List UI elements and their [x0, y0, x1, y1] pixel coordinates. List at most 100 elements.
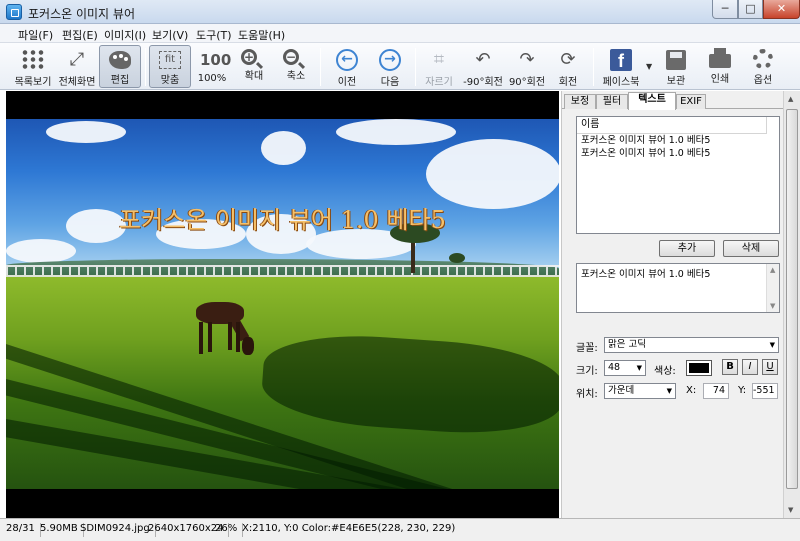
- delete-button[interactable]: 삭제: [723, 240, 779, 257]
- y-label: Y:: [738, 385, 747, 396]
- font-select[interactable]: 맑은 고딕 ▼: [604, 337, 779, 353]
- panel-tabs: 보정 필터 텍스트 EXIF: [562, 92, 784, 110]
- side-panel: 보정 필터 텍스트 EXIF 이름 포커스온 이미지 뷰어 1.0 베타5 포커…: [561, 91, 784, 518]
- menu-help[interactable]: 도움말(H): [238, 27, 285, 43]
- fit-button[interactable]: fit 맞춤: [149, 45, 191, 88]
- y-input[interactable]: -551: [752, 383, 778, 399]
- facebook-button[interactable]: f 페이스북: [598, 45, 644, 88]
- add-button[interactable]: 추가: [659, 240, 715, 257]
- list-item[interactable]: 포커스온 이미지 뷰어 1.0 베타5: [577, 147, 779, 160]
- image-viewer[interactable]: 포커스온 이미지 뷰어 1.0 베타5: [6, 91, 559, 518]
- panel-scrollbar[interactable]: ▲ ▼: [783, 91, 800, 518]
- facebook-icon: f: [610, 49, 632, 71]
- list-view-label: 목록보기: [14, 77, 52, 88]
- list-header-name[interactable]: 이름: [577, 117, 767, 134]
- options-button[interactable]: 옵션: [743, 45, 783, 88]
- crop-icon: ⌗: [433, 49, 445, 70]
- rotate-right-icon: ↷: [519, 49, 535, 70]
- scroll-down-icon[interactable]: ▼: [770, 302, 775, 310]
- zoom-100-label: 100%: [197, 73, 227, 84]
- fullscreen-button[interactable]: ⤢ 전체화면: [56, 45, 98, 88]
- x-label: X:: [686, 385, 697, 396]
- status-zoom: 26%: [215, 523, 244, 537]
- zoom-100-button[interactable]: 100 100%: [192, 45, 232, 88]
- photo-horse: [236, 322, 240, 352]
- palette-icon: [109, 51, 131, 69]
- underline-button[interactable]: U: [762, 359, 778, 375]
- color-picker[interactable]: [686, 360, 712, 376]
- minimize-button[interactable]: ─: [712, 0, 738, 19]
- menu-view[interactable]: 보기(V): [152, 27, 188, 43]
- facebook-dropdown-icon[interactable]: ▼: [646, 62, 652, 71]
- menu-edit[interactable]: 편집(E): [62, 27, 98, 43]
- bold-button[interactable]: B: [722, 359, 738, 375]
- photo-horse: [242, 337, 254, 355]
- photo-horse: [208, 322, 212, 352]
- edit-label: 편집: [110, 75, 130, 86]
- zoom-in-icon: +: [241, 49, 257, 65]
- fullscreen-label: 전체화면: [58, 77, 96, 88]
- scroll-up-icon[interactable]: ▲: [788, 95, 793, 103]
- size-select[interactable]: 48 ▼: [604, 360, 646, 376]
- font-select-value: 맑은 고딕: [608, 339, 646, 350]
- rotate-label: 회전: [558, 77, 578, 88]
- zoom-out-label: 축소: [286, 71, 306, 82]
- color-label: 색상:: [654, 366, 676, 377]
- photo-fence: [6, 265, 559, 277]
- options-label: 옵션: [753, 75, 773, 86]
- fit-label: 맞춤: [160, 75, 180, 86]
- gear-icon: [753, 49, 773, 69]
- rotate-button[interactable]: ⟳ 회전: [549, 45, 587, 88]
- rotate-left-icon: ↶: [475, 49, 491, 70]
- close-button[interactable]: ✕: [763, 0, 800, 19]
- tab-exif[interactable]: EXIF: [676, 94, 706, 109]
- prev-label: 이전: [337, 77, 357, 88]
- zoom-out-icon: −: [283, 49, 299, 65]
- menu-file[interactable]: 파일(F): [18, 27, 53, 43]
- edit-button[interactable]: 편집: [99, 45, 141, 88]
- chevron-down-icon: ▼: [769, 341, 775, 349]
- tab-filter[interactable]: 필터: [596, 94, 628, 109]
- print-button[interactable]: 인쇄: [700, 45, 740, 88]
- image-text-overlay[interactable]: 포커스온 이미지 뷰어 1.0 베타5: [119, 200, 446, 235]
- zoom-in-button[interactable]: + 확대: [234, 45, 274, 88]
- x-input[interactable]: 74: [703, 383, 729, 399]
- list-item[interactable]: 포커스온 이미지 뷰어 1.0 베타5: [577, 134, 779, 147]
- zoom-in-label: 확대: [244, 71, 264, 82]
- grid-icon: [21, 49, 45, 71]
- toolbar-separator: [320, 48, 321, 86]
- crop-button[interactable]: ⌗ 자르기: [419, 45, 459, 88]
- text-list[interactable]: 이름 포커스온 이미지 뷰어 1.0 베타5 포커스온 이미지 뷰어 1.0 베…: [576, 116, 780, 234]
- tab-text[interactable]: 텍스트: [628, 92, 676, 110]
- scroll-up-icon[interactable]: ▲: [770, 266, 775, 274]
- status-filename: SDIM0924.jpg: [80, 523, 156, 537]
- photo-cloud: [6, 239, 76, 263]
- color-swatch: [689, 363, 709, 373]
- status-bar: 28/31 5.90MB SDIM0924.jpg 2640x1760x24 2…: [0, 518, 800, 541]
- prev-button[interactable]: ← 이전: [326, 45, 368, 88]
- italic-button[interactable]: I: [742, 359, 758, 375]
- menu-tools[interactable]: 도구(T): [196, 27, 232, 43]
- font-label: 글꼴:: [576, 343, 598, 354]
- text-input-scrollbar[interactable]: ▲ ▼: [766, 264, 779, 312]
- rotate-cw-button[interactable]: ↷ 90°회전: [506, 45, 548, 88]
- scroll-down-icon[interactable]: ▼: [788, 506, 793, 514]
- list-view-button[interactable]: 목록보기: [10, 45, 56, 88]
- menu-image[interactable]: 이미지(I): [104, 27, 146, 43]
- maximize-button[interactable]: □: [738, 0, 763, 19]
- rotate-ccw-button[interactable]: ↶ -90°회전: [461, 45, 505, 88]
- arrow-right-icon: →: [379, 49, 401, 71]
- next-button[interactable]: → 다음: [369, 45, 411, 88]
- tab-adjust[interactable]: 보정: [564, 94, 596, 109]
- position-select[interactable]: 가운데 ▼: [604, 383, 676, 399]
- scrollbar-thumb[interactable]: [786, 109, 798, 489]
- save-button[interactable]: 보관: [656, 45, 696, 88]
- printer-icon: [709, 48, 731, 68]
- toolbar-separator: [593, 48, 594, 86]
- arrow-left-icon: ←: [336, 49, 358, 71]
- size-select-value: 48: [608, 362, 621, 373]
- text-input[interactable]: 포커스온 이미지 뷰어 1.0 베타5 ▲ ▼: [576, 263, 780, 313]
- zoom-out-button[interactable]: − 축소: [276, 45, 316, 88]
- photo-horse: [199, 322, 203, 354]
- menu-bar: 파일(F) 편집(E) 이미지(I) 보기(V) 도구(T) 도움말(H): [0, 24, 800, 43]
